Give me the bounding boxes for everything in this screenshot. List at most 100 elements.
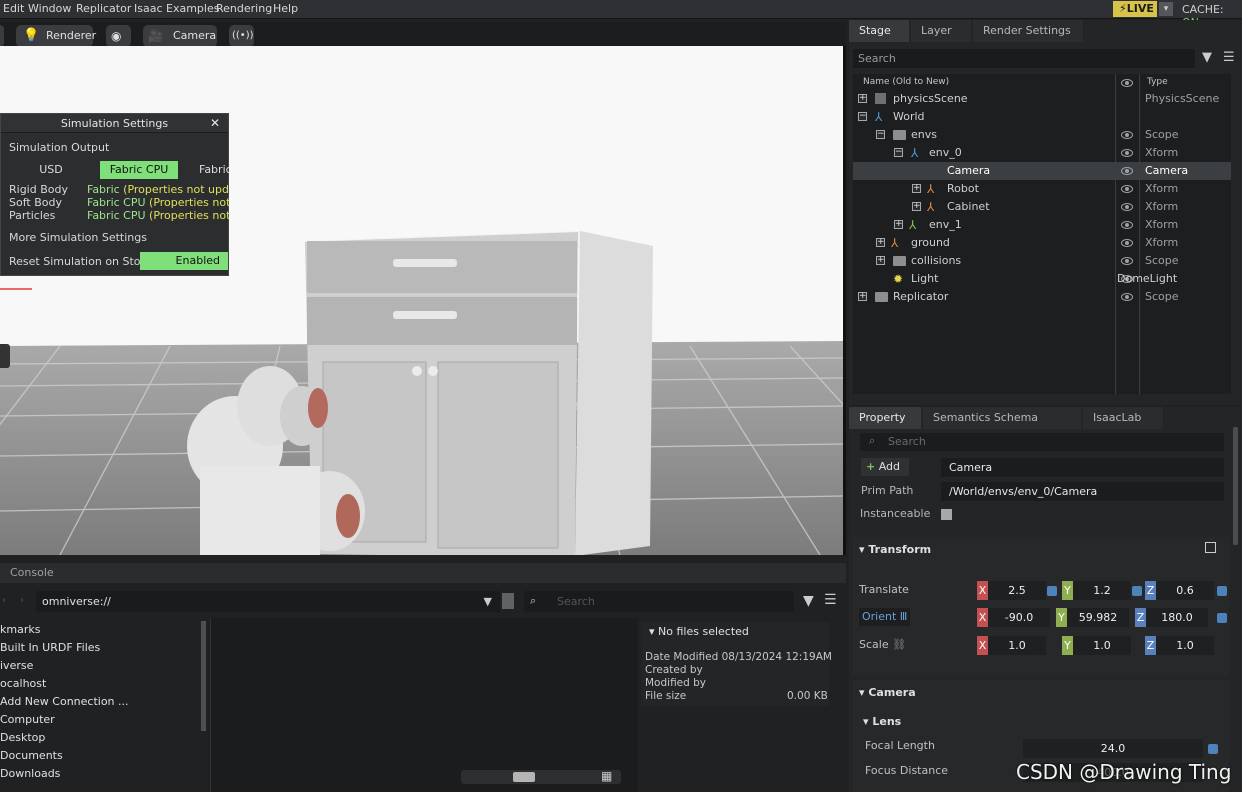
expand-icon[interactable]: + [876,238,885,247]
bookmark-icon[interactable] [502,593,514,609]
tree-row-light[interactable]: ✹ Light DomeLight [853,270,1231,288]
viewport[interactable]: 💡 Renderer ◉ 🎥 Camera ((•)) Simulation S… [0,22,846,555]
eye-icon[interactable] [1121,221,1133,229]
list-item[interactable]: Add New Connection ... [0,693,129,711]
forward-icon[interactable]: › [20,595,24,606]
menu-icon[interactable]: ☰ [1223,50,1235,65]
instanceable-checkbox[interactable] [941,509,952,520]
eye-icon[interactable] [1121,203,1133,211]
tree-row-ground[interactable]: + ⅄ ground Xform [853,234,1231,252]
menu-rendering[interactable]: Rendering [216,2,272,15]
mode-fabric-cpu[interactable]: Fabric CPU [100,161,178,179]
grid-view-icon[interactable]: ▦ [601,769,612,783]
tab-semantics-schema-editor[interactable]: Semantics Schema Editor [923,407,1081,446]
tree-row-collisions[interactable]: + collisions Scope [853,252,1231,270]
zoom-slider-handle[interactable] [513,772,535,782]
mode-fabric[interactable]: Fabric [191,161,229,179]
tree-row-physicsscene[interactable]: + physicsScene PhysicsScene [853,90,1231,108]
orient-y[interactable]: 59.982 [1067,608,1129,627]
tab-property[interactable]: Property [849,407,921,429]
tab-stage[interactable]: Stage [849,20,909,42]
filter-icon[interactable]: ▼ [1202,50,1212,65]
scale-y[interactable]: 1.0 [1073,636,1131,655]
prim-name-field[interactable]: Camera [941,458,1224,477]
keyframe-icon[interactable] [1047,586,1057,596]
eye-icon[interactable] [1121,149,1133,157]
menu-isaac-examples[interactable]: Isaac Examples [134,2,219,15]
scale-x[interactable]: 1.0 [988,636,1046,655]
collapse-icon[interactable]: − [876,130,885,139]
tree-row-env-1[interactable]: + ⅄ env_1 Xform [853,216,1231,234]
list-item[interactable]: kmarks [0,621,40,639]
more-simulation-settings[interactable]: More Simulation Settings [9,231,147,244]
list-item[interactable]: Desktop [0,729,45,747]
orient-x[interactable]: -90.0 [988,608,1050,627]
translate-y[interactable]: 1.2 [1073,581,1131,600]
list-item[interactable]: Downloads [0,765,60,783]
camera-header[interactable]: ▾ Camera [859,684,916,702]
reset-simulation-toggle[interactable]: Enabled [140,252,228,270]
orient-label[interactable]: Orient Ⅲ [859,608,911,626]
property-search-input[interactable]: Search [860,433,1224,451]
eye-button[interactable]: ◉ [106,25,131,47]
camera-button[interactable]: 🎥 Camera [143,25,217,47]
expand-icon[interactable]: + [912,202,921,211]
eye-icon[interactable] [1121,131,1133,139]
column-type[interactable]: Type [1147,77,1168,87]
tree-row-world[interactable]: − ⅄ World [853,108,1231,126]
expand-icon[interactable]: + [858,94,867,103]
collapse-icon[interactable]: − [894,148,903,157]
scale-z[interactable]: 1.0 [1156,636,1214,655]
menu-help[interactable]: Help [273,2,298,15]
menu-window[interactable]: Window [28,2,71,15]
tree-row-camera[interactable]: Camera Camera [853,162,1231,180]
column-name[interactable]: Name (Old to New) [863,77,949,87]
list-item[interactable]: iverse [0,657,33,675]
filter-icon[interactable]: ▼ [803,593,814,609]
tab-render-settings[interactable]: Render Settings [973,20,1083,42]
eye-icon[interactable] [1121,239,1133,247]
menu-replicator[interactable]: Replicator [76,2,131,15]
tree-row-env-0[interactable]: − ⅄ env_0 Xform [853,144,1231,162]
transform-reset-icon[interactable] [1205,542,1216,553]
tab-layer[interactable]: Layer [911,20,971,42]
broadcast-button[interactable]: ((•)) [229,25,254,47]
eye-icon[interactable] [1121,185,1133,193]
list-item[interactable]: ocalhost [0,675,46,693]
content-search-input[interactable]: Search [524,591,794,612]
live-dropdown[interactable]: ▾ [1159,2,1173,16]
tab-console[interactable]: Console [10,566,54,579]
transform-header[interactable]: ▾ Transform [859,541,931,559]
orient-z[interactable]: 180.0 [1146,608,1208,627]
keyframe-icon[interactable] [1217,613,1227,623]
file-grid[interactable]: ▦ [210,618,638,792]
keyframe-icon[interactable] [1208,744,1218,754]
property-scrollbar[interactable] [1233,427,1238,545]
list-item[interactable]: Built In URDF Files [0,639,100,657]
zoom-slider[interactable]: ▦ [461,769,621,784]
path-input[interactable]: omniverse:// ▼ [36,591,500,612]
eye-icon[interactable] [1121,257,1133,265]
expand-icon[interactable]: + [858,292,867,301]
viewport-menu-button[interactable] [0,25,4,47]
keyframe-icon[interactable] [1132,586,1142,596]
bookmark-scrollbar[interactable] [201,621,206,731]
stage-search-input[interactable]: Search [853,49,1195,68]
add-button[interactable]: + Add [861,458,909,476]
expand-icon[interactable]: + [876,256,885,265]
menu-icon[interactable]: ☰ [824,592,837,608]
translate-x[interactable]: 2.5 [988,581,1046,600]
collapse-icon[interactable]: − [858,112,867,121]
lens-header[interactable]: ▾ Lens [863,713,901,731]
tree-row-cabinet[interactable]: + ⅄ Cabinet Xform [853,198,1231,216]
tab-isaaclab[interactable]: IsaacLab [1083,407,1163,429]
menu-edit[interactable]: Edit [3,2,24,15]
eye-icon[interactable] [1121,293,1133,301]
list-item[interactable]: Documents [0,747,63,765]
eye-icon[interactable] [1121,167,1133,175]
tree-row-robot[interactable]: + ⅄ Robot Xform [853,180,1231,198]
close-icon[interactable]: ✕ [210,114,220,133]
back-icon[interactable]: ‹ [2,595,6,606]
keyframe-icon[interactable] [1217,586,1227,596]
tree-row-envs[interactable]: − envs Scope [853,126,1231,144]
